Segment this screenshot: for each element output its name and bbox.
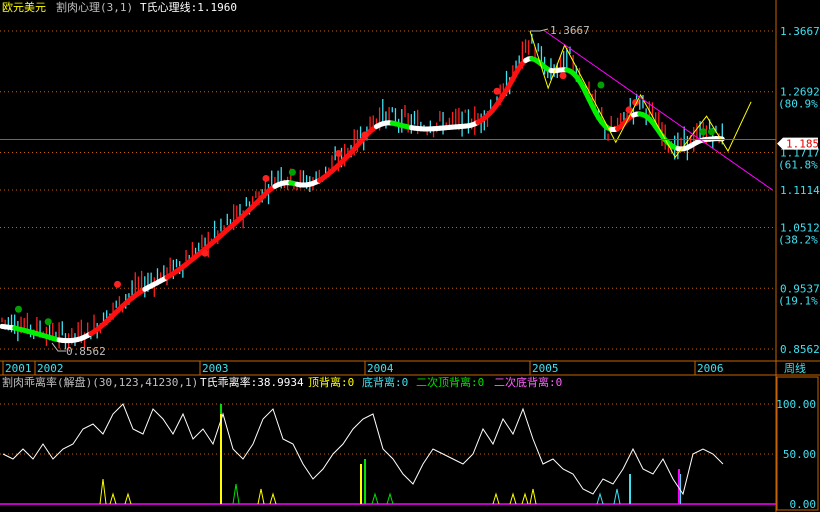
chart-canvas: 1.36671.26921.17171.11141.05120.95370.85… [0,0,820,512]
signal-spike [596,492,604,505]
signal-dot [201,249,209,257]
sub-y-tick-label: 0.00 [790,498,817,511]
bottom-divergence: 底背离:0 [362,376,409,389]
period-label[interactable]: 周线 [784,362,806,375]
high-label: 1.3667 [550,24,590,37]
signal-dot [44,318,52,326]
fib-label: (80.9%) [778,98,820,111]
sub-y-tick-label: 100.00 [776,398,816,411]
signal-dot [262,174,270,182]
deviation-line [2,403,724,496]
signal-spike [509,492,517,505]
t-line-value: T氏心理线:1.1960 [140,1,237,14]
signal-dot [335,150,343,158]
signal-spike [257,488,265,505]
fib-label: (61.8%) [778,158,820,171]
signal-spike [232,483,240,505]
indicator-label: 割肉心理(3,1) [56,1,134,14]
signal-dot [114,280,121,288]
signal-spike [99,478,107,505]
top-divergence: 顶背离:0 [308,376,355,389]
current-price-label: 1.1858 [786,138,820,151]
t-deviation-value: T氏乖离率:38.9934 [200,376,304,389]
y-tick-label: 1.1114 [780,184,820,197]
signal-spike [371,492,379,505]
signal-dot [559,72,567,80]
signal-dot [708,128,715,136]
fib-label: (38.2%) [778,234,820,247]
signal-spike [613,488,621,505]
signal-dot [288,168,296,176]
sub-indicator-label: 割肉乖离率(解盘)(30,123,41230,1) [2,376,199,389]
low-label: 0.8562 [66,345,106,358]
signal-spike [529,488,537,505]
second-top-divergence: 二次顶背离:0 [416,376,485,389]
sub-y-tick-label: 50.00 [783,448,816,461]
signal-spike [386,492,394,505]
second-bottom-divergence: 二次底背离:0 [494,376,563,389]
trend-line [544,30,773,191]
x-tick-label: 2004 [367,362,394,375]
x-tick-label: 2003 [202,362,229,375]
signal-dot [699,128,707,136]
sub-axis-frame [776,376,819,511]
fib-label: (19.1%) [778,294,820,307]
signal-spike [269,492,277,505]
x-tick-label: 2001 [5,362,32,375]
high-marker [530,28,549,32]
x-tick-label: 2002 [37,362,64,375]
signal-dot [361,131,369,139]
signal-dot [493,87,501,95]
y-tick-label: 0.8562 [780,343,820,356]
y-tick-label: 1.3667 [780,25,820,38]
signal-dot [597,81,605,89]
signal-spike [109,492,117,505]
signal-spike [492,492,500,505]
symbol-label: 欧元美元 [2,1,46,14]
x-tick-label: 2006 [697,362,724,375]
signal-dot [15,305,22,313]
signal-spike [124,492,132,505]
x-tick-label: 2005 [532,362,559,375]
signal-spike [521,492,529,505]
